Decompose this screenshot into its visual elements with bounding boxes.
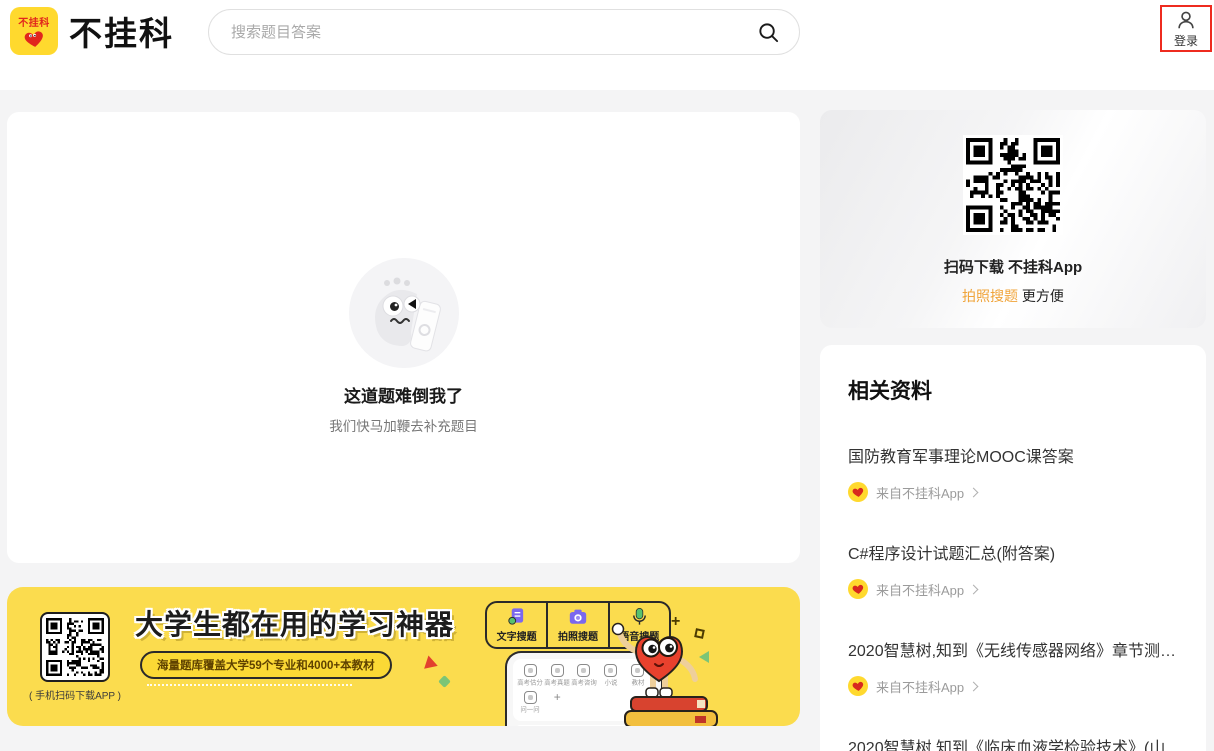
user-icon [1175,9,1197,31]
empty-result-card: 这道题难倒我了 我们快马加鞭去补充题目 [7,112,800,563]
related-item-title[interactable]: 2020智慧树,知到《临床血液学检验技术》(山… [848,734,1178,751]
related-title: 相关资料 [848,375,1178,405]
chevron-right-icon [969,681,979,691]
promo-banner[interactable]: ( 手机扫码下载APP ) 大学生都在用的学习神器 海量题库覆盖大学59个专业和… [7,587,800,726]
decor-triangle-red [424,655,440,672]
login-label: 登录 [1174,32,1198,49]
banner-qr-caption: ( 手机扫码下载APP ) [15,687,135,702]
download-qr-code [963,135,1063,235]
annotation-highlight: 登录 [1160,5,1212,52]
search-input[interactable] [231,24,757,41]
decor-diamond-green [438,675,451,688]
download-line2: 拍照搜题 更方便 [962,286,1064,306]
page: 不挂科 不挂科 [0,0,1214,751]
app-logo-icon [848,676,868,696]
search-bar [208,9,800,55]
download-line1: 扫码下载 不挂科App [944,256,1082,277]
login-button[interactable]: 登录 [1162,7,1210,50]
empty-state-title: 这道题难倒我了 [344,382,463,407]
list-item: C#程序设计试题汇总(附答案) 来自不挂科App [848,540,1178,599]
chevron-right-icon [969,584,979,594]
mascot-illustration [349,258,459,368]
banner-subtitle-pill: 海量题库覆盖大学59个专业和4000+本教材 [140,651,392,679]
related-materials-card: 相关资料 国防教育军事理论MOOC课答案 来自不挂科App C#程序设计试题汇总… [820,345,1206,751]
logo-app-icon: 不挂科 [10,7,58,55]
camera-search-icon [568,607,588,626]
decor-square-outline [694,628,705,639]
search-icon[interactable] [757,20,781,44]
related-item-source[interactable]: 来自不挂科App [848,676,1178,696]
heart-icon [22,29,46,48]
logo-badge-text: 不挂科 [18,14,50,29]
banner-dotted-line [147,684,352,686]
list-item: 国防教育军事理论MOOC课答案 来自不挂科App [848,443,1178,502]
feature-photo-search: 拍照搜题 [546,603,607,647]
app-logo-icon [848,579,868,599]
banner-qr-code [40,612,110,682]
decor-triangle-green [699,651,709,663]
text-search-icon [507,607,526,626]
related-item-source[interactable]: 来自不挂科App [848,579,1178,599]
app-logo-icon [848,482,868,502]
heart-mascot [603,617,733,726]
header: 不挂科 不挂科 [0,0,1214,90]
chevron-right-icon [969,487,979,497]
banner-title: 大学生都在用的学习神器 [135,603,454,643]
decor-plus: + [671,613,680,631]
related-item-title[interactable]: 2020智慧树,知到《无线传感器网络》章节测… [848,637,1178,661]
download-line2-highlight: 拍照搜题 [962,288,1018,304]
list-item: 2020智慧树,知到《无线传感器网络》章节测… 来自不挂科App [848,637,1178,696]
download-line2-rest: 更方便 [1018,288,1064,304]
related-item-source[interactable]: 来自不挂科App [848,482,1178,502]
related-item-title[interactable]: C#程序设计试题汇总(附答案) [848,540,1178,564]
empty-state-subtitle: 我们快马加鞭去补充题目 [329,415,478,435]
feature-text-search: 文字搜题 [487,603,546,647]
related-item-title[interactable]: 国防教育军事理论MOOC课答案 [848,443,1178,467]
site-logo[interactable]: 不挂科 不挂科 [10,7,174,55]
list-item: 2020智慧树,知到《临床血液学检验技术》(山… 来自不挂科App [848,734,1178,751]
logo-title: 不挂科 [69,7,174,55]
app-download-card: 扫码下载 不挂科App 拍照搜题 更方便 [820,110,1206,328]
